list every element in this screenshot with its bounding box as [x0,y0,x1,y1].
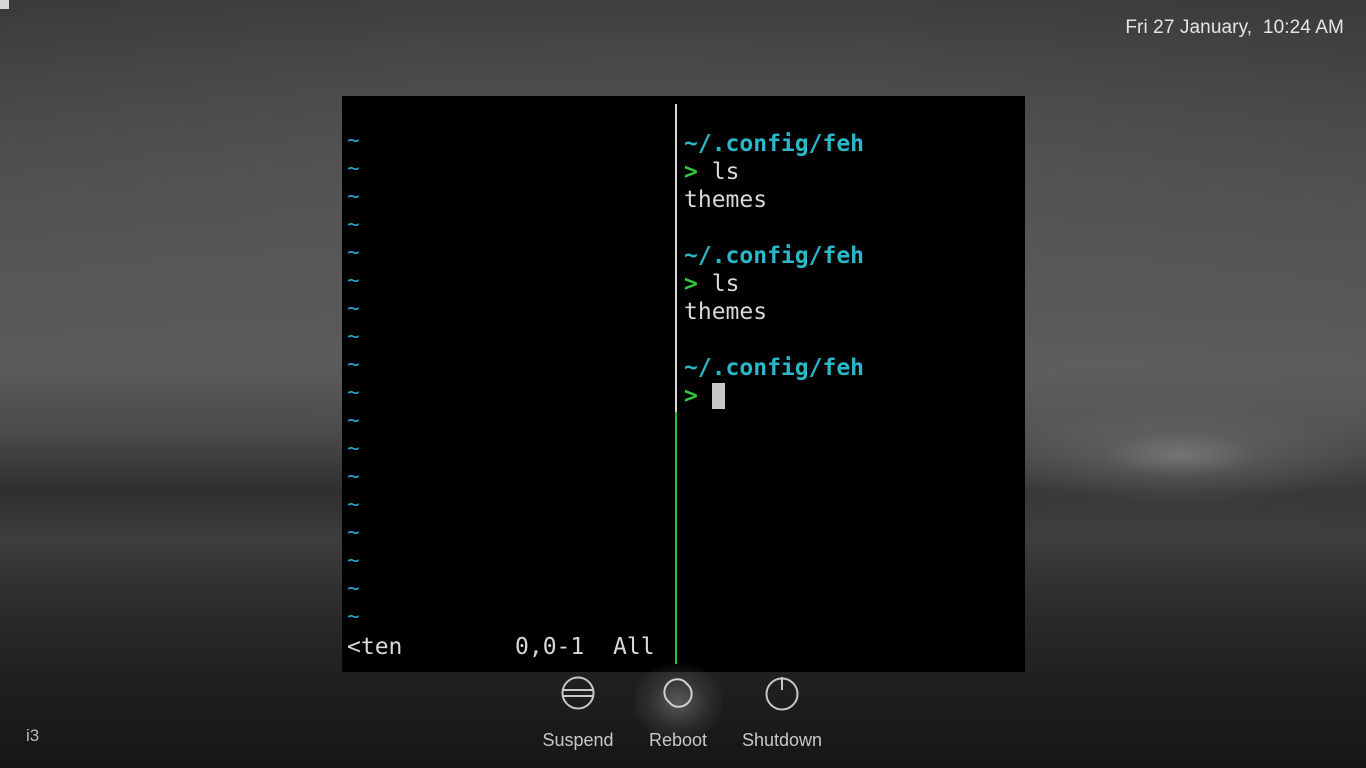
vim-empty-line-marker: ~ [347,268,360,292]
reboot-button[interactable]: Reboot [623,662,733,768]
pane-divider[interactable] [675,104,677,412]
command-output: themes [684,187,768,213]
command-text: ls [711,271,740,297]
clock: Fri 27 January, 10:24 AM [1125,17,1344,38]
vim-statusline: <ten 0,0-1 All [347,632,675,662]
reboot-icon [663,678,693,708]
reboot-label: Reboot [648,730,708,750]
vim-status-filename: <ten [347,634,403,660]
vim-empty-line-marker: ~ [347,380,360,404]
input-line: > [684,382,725,410]
shutdown-button[interactable]: Shutdown [727,668,837,768]
vim-empty-line-marker: ~ [347,464,360,488]
vim-empty-line-marker: ~ [347,212,360,236]
vim-empty-line-marker: ~ [347,324,360,348]
vim-status-scroll: All [613,634,655,660]
prompt-symbol: > [684,159,698,185]
command-line: > ls [684,158,739,186]
vim-empty-line-marker: ~ [347,604,360,628]
vim-empty-line-marker: ~ [347,184,360,208]
vim-empty-line-marker: ~ [347,240,360,264]
vim-empty-line-marker: ~ [347,576,360,600]
prompt-symbol: > [684,271,698,297]
command-output: themes [684,299,768,325]
vim-empty-line-marker: ~ [347,352,360,376]
suspend-icon [561,676,595,710]
text-cursor [712,383,725,409]
wm-name: i3 [26,726,40,745]
path-text: ~/.config/feh [684,131,865,157]
command-line: > ls [684,270,739,298]
vim-empty-line-marker: ~ [347,156,360,180]
path-text: ~/.config/feh [684,355,865,381]
power-icon [765,677,799,711]
vim-empty-line-marker: ~ [347,436,360,460]
vim-empty-line-marker: ~ [347,296,360,320]
vim-empty-line-marker: ~ [347,128,360,152]
suspend-label: Suspend [542,730,614,750]
shutdown-label: Shutdown [741,730,823,750]
path-text: ~/.config/feh [684,243,865,269]
command-text: ls [711,159,740,185]
vim-empty-line-marker: ~ [347,548,360,572]
terminal-window[interactable]: ~ ~ ~ ~ ~ ~ ~ ~ ~ ~ ~ ~ ~ ~ ~ ~ ~ ~ <ten 0,0-1 All ~/.con… [342,96,1025,672]
vim-status-position: 0,0-1 [515,634,585,660]
prompt-symbol: > [684,383,698,409]
prompt-path: ~/.config/feh [684,130,864,158]
vim-empty-line-marker: ~ [347,520,360,544]
corner-marker [0,0,9,9]
suspend-button[interactable]: Suspend [523,668,633,768]
power-menu: Suspend Reboot Shutdown [0,662,1366,768]
vim-empty-line-marker: ~ [347,492,360,516]
prompt-path: ~/.config/feh [684,354,864,382]
active-pane-border [675,412,677,664]
vim-empty-line-marker: ~ [347,408,360,432]
prompt-path: ~/.config/feh [684,242,864,270]
